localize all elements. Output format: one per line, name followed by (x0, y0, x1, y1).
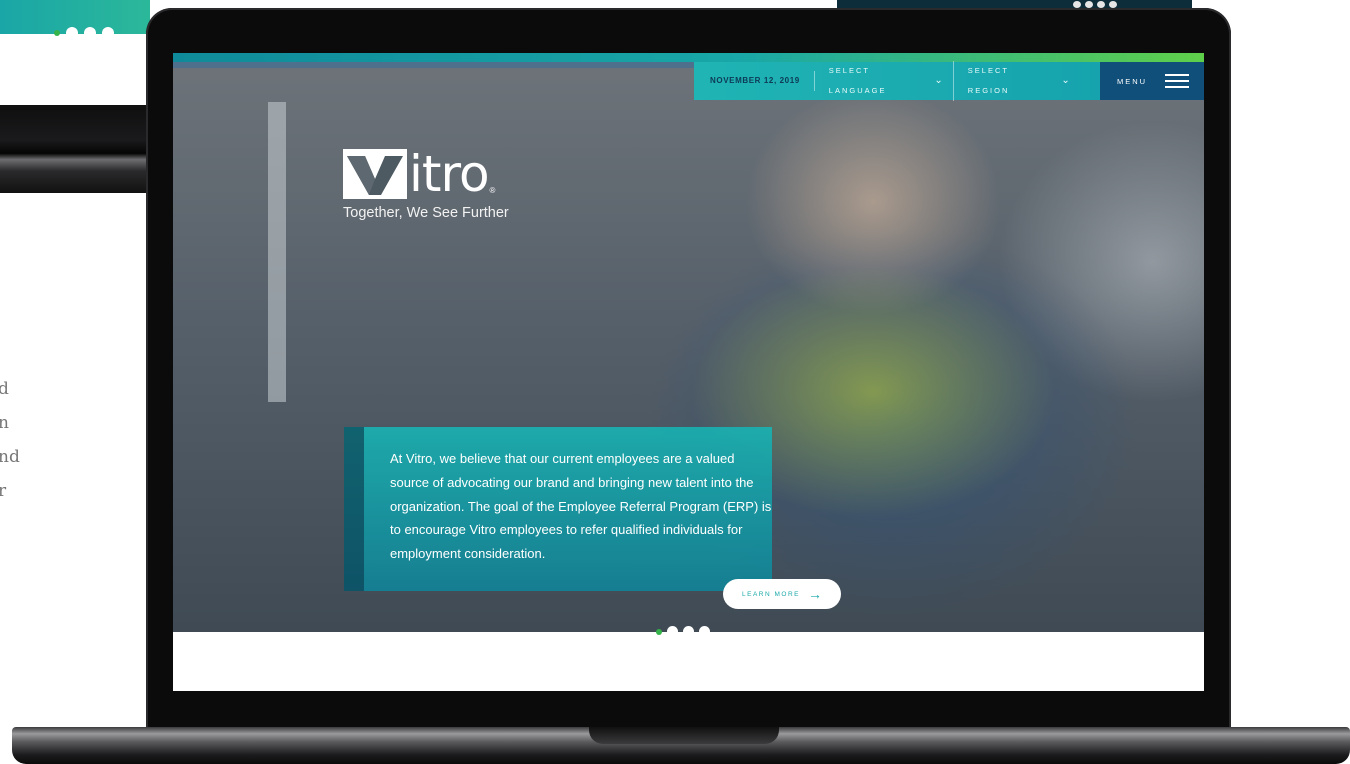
chevron-down-icon: ⌄ (1061, 75, 1072, 86)
logo-mark: itro ® (343, 149, 509, 199)
chevron-down-icon: ⌄ (934, 75, 945, 86)
slider-dot-active[interactable] (656, 628, 662, 635)
background-text-line: d (0, 379, 9, 399)
menu-button-label: MENU (1117, 76, 1148, 86)
slider-dot[interactable] (699, 626, 710, 637)
nav-utility-bar: NOVEMBER 12, 2019 SELECT LANGUAGE ⌄ SELE… (694, 61, 1100, 101)
background-slider-dots (54, 27, 114, 39)
region-select-label: SELECT REGION (967, 66, 1010, 95)
logo-v-emblem (343, 149, 407, 199)
learn-more-button[interactable]: LEARN MORE → (723, 579, 841, 609)
background-text-line: n (0, 413, 9, 433)
menu-button[interactable]: MENU (1100, 62, 1204, 100)
hamburger-menu-icon (1165, 74, 1189, 88)
slider-dots (656, 626, 710, 637)
region-select[interactable]: SELECT REGION ⌄ (954, 61, 1080, 101)
slider-dot[interactable] (667, 626, 678, 637)
registered-mark: ® (489, 186, 496, 195)
page-below-hero (173, 632, 1204, 691)
background-text-line: nd (0, 447, 20, 467)
logo-wordmark: itro (409, 145, 490, 203)
arrow-right-icon: → (807, 586, 822, 602)
hero-photo-pillar (268, 102, 286, 402)
slider-dot[interactable] (683, 626, 694, 637)
vitro-logo[interactable]: itro ® Together, We See Further (343, 149, 509, 221)
background-laptop-left (0, 105, 150, 193)
laptop-screen: NOVEMBER 12, 2019 SELECT LANGUAGE ⌄ SELE… (173, 53, 1204, 691)
hero-text-panel: At Vitro, we believe that our current em… (344, 427, 772, 591)
background-slider-dots-right (1073, 1, 1117, 8)
background-text-line: r (0, 481, 7, 501)
logo-tagline: Together, We See Further (343, 205, 509, 221)
hero-body-text: At Vitro, we believe that our current em… (390, 451, 772, 562)
laptop-notch (589, 727, 779, 744)
background-text-fragments: d n nd r (0, 372, 60, 508)
language-select[interactable]: SELECT LANGUAGE ⌄ (815, 61, 954, 101)
background-screen-left (0, 0, 150, 105)
learn-more-label: LEARN MORE (742, 590, 800, 598)
current-date: NOVEMBER 12, 2019 (694, 71, 815, 91)
top-nav: NOVEMBER 12, 2019 SELECT LANGUAGE ⌄ SELE… (694, 61, 1204, 101)
language-select-label: SELECT LANGUAGE (828, 66, 887, 95)
